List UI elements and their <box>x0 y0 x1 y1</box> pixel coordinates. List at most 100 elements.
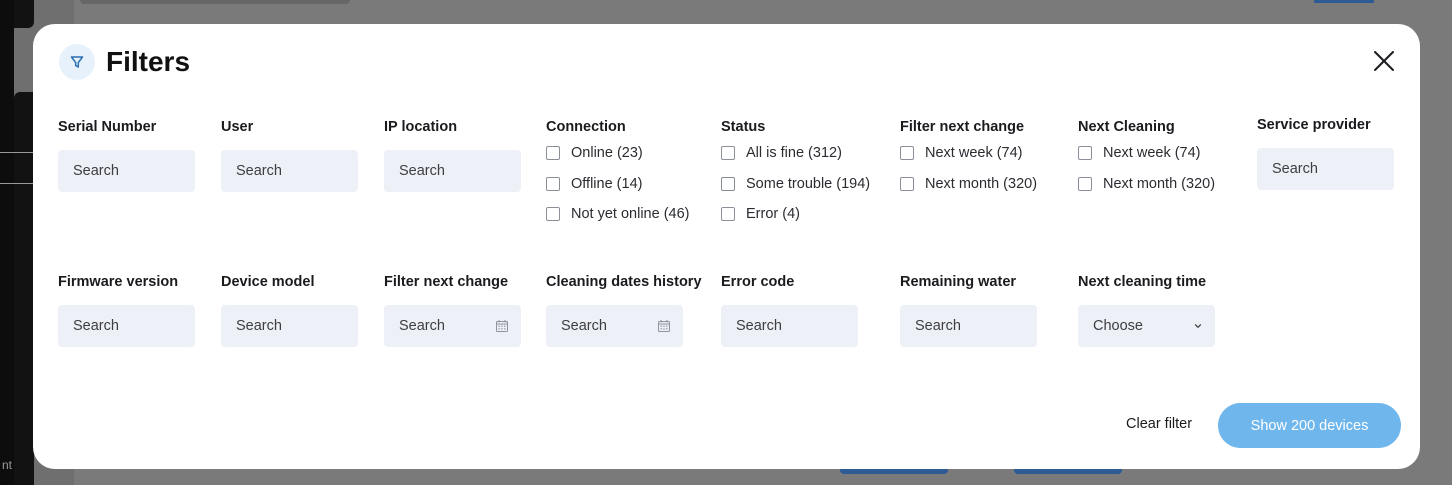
status-label: Status <box>721 119 766 135</box>
device-model-input[interactable]: Search <box>221 305 358 347</box>
checkbox[interactable] <box>546 207 560 221</box>
backdrop-button <box>1314 0 1374 3</box>
funnel-icon <box>59 44 95 80</box>
connection-option-offline[interactable]: Offline (14) <box>546 174 689 194</box>
option-label: Offline (14) <box>571 175 643 192</box>
status-option-some-trouble[interactable]: Some trouble (194) <box>721 174 870 194</box>
modal-title: Filters <box>106 46 191 77</box>
checkbox[interactable] <box>900 176 914 191</box>
backdrop-card <box>14 0 34 28</box>
cleaning-dates-history-label: Cleaning dates history <box>546 274 702 290</box>
backdrop-card <box>14 92 34 485</box>
serial-number-filter: Serial Number Search <box>58 117 195 192</box>
checkbox[interactable] <box>721 176 735 191</box>
filter-next-change-checkbox-filter: Filter next change Next week (74) Next m… <box>900 117 1037 192</box>
filter-next-change-option-next-month[interactable]: Next month (320) <box>900 174 1037 194</box>
option-label: Next month (320) <box>1103 175 1216 192</box>
device-model-label: Device model <box>221 274 315 290</box>
service-provider-filter: Service provider Search <box>1257 115 1394 190</box>
ip-location-input[interactable]: Search <box>384 150 521 192</box>
modal-header: Filters <box>59 44 190 80</box>
device-model-filter: Device model Search <box>221 272 358 347</box>
option-label: Error (4) <box>746 206 800 222</box>
firmware-version-label: Firmware version <box>58 274 179 290</box>
serial-number-label: Serial Number <box>58 119 157 135</box>
option-label: Next month (320) <box>925 175 1038 192</box>
checkbox[interactable] <box>546 146 560 160</box>
close-icon[interactable] <box>1372 49 1396 73</box>
option-label: All is fine (312) <box>746 145 842 161</box>
backdrop-sidebar-text: nt <box>2 458 13 472</box>
filter-next-change-options: Next week (74) Next month (320) <box>900 143 1037 204</box>
serial-number-input[interactable]: Search <box>58 150 195 192</box>
filter-next-change-date-filter: Filter next change Search <box>384 272 521 347</box>
remaining-water-label: Remaining water <box>900 274 1017 290</box>
next-cleaning-time-value: Choose <box>1093 318 1143 334</box>
next-cleaning-option-next-month[interactable]: Next month (320) <box>1078 174 1215 194</box>
checkbox[interactable] <box>1078 176 1092 191</box>
ip-location-label: IP location <box>384 119 458 135</box>
filter-next-change-date-input[interactable]: Search <box>384 305 521 347</box>
connection-options: Online (23) Offline (14) Not yet online … <box>546 143 689 235</box>
next-cleaning-time-filter: Next cleaning time Choose <box>1078 272 1215 347</box>
ip-location-placeholder: Search <box>399 163 445 179</box>
checkbox[interactable] <box>900 146 914 160</box>
user-input[interactable]: Search <box>221 150 358 192</box>
checkbox[interactable] <box>546 176 560 191</box>
calendar-icon[interactable] <box>657 319 671 333</box>
remaining-water-filter: Remaining water Search <box>900 272 1037 347</box>
next-cleaning-label: Next Cleaning <box>1078 119 1175 135</box>
checkbox[interactable] <box>1078 146 1092 160</box>
firmware-version-placeholder: Search <box>73 318 119 334</box>
cleaning-dates-history-filter: Cleaning dates history Search <box>546 272 702 347</box>
calendar-icon[interactable] <box>495 319 509 333</box>
backdrop-divider <box>0 183 34 184</box>
next-cleaning-filter: Next Cleaning Next week (74) Next month … <box>1078 117 1215 192</box>
filter-next-change-date-label: Filter next change <box>384 274 509 290</box>
option-label: Some trouble (194) <box>746 175 871 192</box>
user-label: User <box>221 119 254 135</box>
next-cleaning-option-next-week[interactable]: Next week (74) <box>1078 143 1215 163</box>
chevron-down-icon <box>1194 324 1202 328</box>
firmware-version-filter: Firmware version Search <box>58 272 195 347</box>
status-option-error[interactable]: Error (4) <box>721 204 870 224</box>
error-code-placeholder: Search <box>736 318 782 334</box>
filter-next-change-date-placeholder: Search <box>399 318 445 334</box>
connection-option-not-yet-online[interactable]: Not yet online (46) <box>546 204 689 224</box>
service-provider-input[interactable]: Search <box>1257 148 1394 190</box>
option-label: Next week (74) <box>925 145 1023 161</box>
firmware-version-input[interactable]: Search <box>58 305 195 347</box>
checkbox[interactable] <box>721 146 735 160</box>
status-options: All is fine (312) Some trouble (194) Err… <box>721 143 870 235</box>
cleaning-dates-history-placeholder: Search <box>561 318 607 334</box>
error-code-input[interactable]: Search <box>721 305 858 347</box>
filter-next-change-option-next-week[interactable]: Next week (74) <box>900 143 1037 163</box>
filter-next-change-label: Filter next change <box>900 119 1025 135</box>
checkbox[interactable] <box>721 207 735 221</box>
status-filter: Status All is fine (312) Some trouble (1… <box>721 117 870 222</box>
next-cleaning-options: Next week (74) Next month (320) <box>1078 143 1215 204</box>
device-model-placeholder: Search <box>236 318 282 334</box>
error-code-label: Error code <box>721 274 795 290</box>
show-devices-button[interactable]: Show 200 devices <box>1218 403 1401 448</box>
ip-location-filter: IP location Search <box>384 117 521 192</box>
option-label: Not yet online (46) <box>571 206 690 222</box>
connection-label: Connection <box>546 119 626 135</box>
error-code-filter: Error code Search <box>721 272 858 347</box>
status-option-all-fine[interactable]: All is fine (312) <box>721 143 870 163</box>
connection-option-online[interactable]: Online (23) <box>546 143 689 163</box>
remaining-water-input[interactable]: Search <box>900 305 1037 347</box>
option-label: Next week (74) <box>1103 145 1201 161</box>
next-cleaning-time-select[interactable]: Choose <box>1078 305 1215 347</box>
remaining-water-placeholder: Search <box>915 318 961 334</box>
clear-filter-button[interactable]: Clear filter <box>1126 416 1192 432</box>
user-filter: User Search <box>221 117 358 192</box>
connection-filter: Connection Online (23) Offline (14) Not … <box>546 117 689 222</box>
backdrop-divider <box>0 152 34 153</box>
service-provider-placeholder: Search <box>1272 161 1318 177</box>
service-provider-label: Service provider <box>1257 117 1371 133</box>
backdrop-top-bar <box>80 0 350 4</box>
next-cleaning-time-label: Next cleaning time <box>1078 274 1207 290</box>
cleaning-dates-history-input[interactable]: Search <box>546 305 683 347</box>
user-placeholder: Search <box>236 163 282 179</box>
